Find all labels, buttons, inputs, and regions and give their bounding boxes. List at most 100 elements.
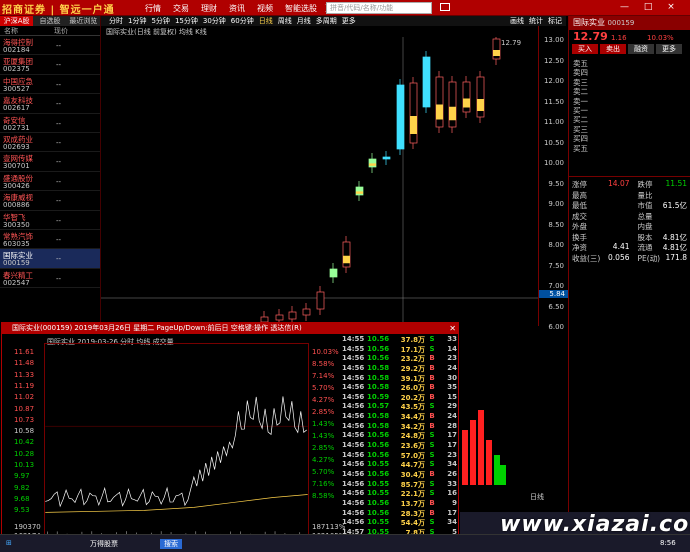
volume-bars [462,410,506,485]
tab-a-shares[interactable]: 沪深A股 [0,16,34,26]
axis-label: 6.50 [548,302,564,311]
stock-price: -- [56,42,62,50]
tick-row: 14:56 10.55 85.7万 S 33 [342,480,460,490]
stock-list-item[interactable]: 海得控制 002184 -- [0,36,100,56]
popup-price-label: 11.48 [14,359,35,368]
quote-stock-name: 国际实业 [573,18,605,27]
stat-value [601,221,630,232]
kline-chart[interactable]: 12.79 [101,37,538,325]
tick-cell: 22.1万 [400,490,425,499]
tick-cell: S [429,441,435,450]
intraday-chart[interactable] [44,343,309,548]
stock-list-item[interactable]: 壹网传媒 300701 -- [0,152,100,172]
menu-item-finance[interactable]: 理财 [201,3,229,14]
tab-recent[interactable]: 最近浏览 [67,16,100,26]
period-tab[interactable]: 15分钟 [175,16,198,26]
tick-row: 14:56 10.56 30.4万 B 26 [342,470,460,480]
tab-watchlist[interactable]: 自选股 [33,16,66,26]
stock-list-item[interactable]: 奇安信 002731 -- [0,114,100,133]
quote-stat-row: 最低 市值 61.5亿 [569,200,690,211]
more-button[interactable]: 更多 [656,44,682,54]
sell-button[interactable]: 卖出 [600,44,626,54]
axis-label: 10.00 [543,159,564,167]
tick-cell: S [429,450,435,459]
tick-cell: B [429,363,435,372]
menu-item-trade[interactable]: 交易 [173,3,201,14]
stock-list-item[interactable]: 海康威视 000886 -- [0,191,100,211]
period-tab[interactable]: 1分钟 [128,16,146,26]
period-tab[interactable]: 更多 [342,16,356,26]
header-name: 名称 [4,27,18,35]
tick-cell: 10.56 [367,498,390,507]
tick-cell: 14:56 [342,431,365,440]
tick-cell: 10.55 [367,479,390,488]
stock-list-item[interactable]: 盛通股份 300426 -- [0,172,100,192]
tick-row: 14:56 10.58 29.2万 B 24 [342,364,460,374]
stock-list-item[interactable]: 华智飞 300350 -- [0,211,100,230]
popup-pct-axis: 10.03% 8.58% 7.14% 5.70% 4.27% 2.85% 1.43% 1.43… [312,340,346,550]
menu-item-video[interactable]: 视频 [257,3,285,14]
menu-item-smart-pick[interactable]: 智能选股 [285,3,325,14]
tick-cell: 17 [447,431,457,440]
stock-code: 300701 [3,162,30,171]
period-tab[interactable]: 分时 [109,16,123,26]
orderbook-row: 买三 [573,124,588,134]
tick-cell: 10.59 [367,392,390,401]
tick-cell: 10.58 [367,373,390,382]
tick-cell: 85.7万 [400,480,425,489]
toolbar-tool[interactable]: 标记 [548,16,562,26]
period-tab[interactable]: 30分钟 [203,16,226,26]
stock-list-item[interactable]: 嘉友科技 002617 -- [0,94,100,114]
tick-cell: 28.3万 [400,509,425,518]
close-icon[interactable]: ✕ [449,323,456,334]
tick-cell: 24.8万 [400,432,425,441]
title-bar: 招商证券 | 智远一户通 行情 交易 理财 资讯 视频 智能选股 更多 拼音/代… [0,0,690,16]
candle-highlight [436,104,443,120]
taskbar-start-icon[interactable]: ⊞ [6,539,12,547]
mail-icon[interactable] [440,3,450,11]
stock-list-item[interactable]: 双成药业 002693 -- [0,133,100,153]
tick-cell: 23.6万 [400,442,425,451]
menu-item-market[interactable]: 行情 [145,3,173,14]
margin-button[interactable]: 融资 [628,44,654,54]
toolbar-tool[interactable]: 统计 [529,16,543,26]
tab-daily[interactable]: 日线 [530,493,544,501]
period-tab[interactable]: 5分钟 [151,16,169,26]
search-input[interactable]: 拼音/代码/名称/功能 [326,2,432,14]
menu-item-news[interactable]: 资讯 [229,3,257,14]
tick-cell: 16 [447,489,457,498]
popup-vol-label: 187113% [312,523,346,531]
buy-button[interactable]: 买入 [572,44,598,54]
axis-label: 7.00 [548,282,564,290]
toolbar-tool[interactable]: 画线 [510,16,524,26]
stock-list-item[interactable]: 春兴精工 002547 -- [0,269,100,289]
taskbar-search[interactable]: 搜索 [160,539,182,549]
period-tab[interactable]: 周线 [278,16,292,26]
popup-pct-label: 7.14% [312,372,335,380]
tick-cell: B [429,412,435,421]
tick-cell: 14:56 [342,479,365,488]
popup-price-label: 9.97 [14,472,30,481]
window-controls[interactable]: — □ × [620,2,681,12]
period-tab[interactable]: 多周期 [316,16,337,26]
stock-list-item[interactable]: 国际实业 000159 -- [0,249,100,269]
period-tab[interactable]: 日线 [259,16,273,26]
quote-stat-row: 外盘 内盘 [569,221,690,232]
tick-row: 14:56 10.57 43.5万 S 29 [342,402,460,412]
candle-highlight [356,191,363,194]
bottom-tabs: 日线 [460,492,568,502]
stock-list: 海得控制 002184 -- 亚厦集团 002375 -- 中国应急 300527 -- 嘉友科技… [0,36,100,289]
stock-list-item[interactable]: 亚厦集团 002375 -- [0,55,100,75]
stock-list-item[interactable]: 中国应急 300527 -- [0,75,100,95]
period-tab[interactable]: 60分钟 [231,16,254,26]
period-toolbar: 分时 1分钟 5分钟 15分钟 30分钟 60分钟 日线 周线 月线 多周期 更多 画线 统计 标记 [101,16,566,26]
tick-cell: 10.56 [367,508,390,517]
price-axis: 13.00 12.50 12.00 11.50 11.00 10.50 10.00 9.50 9… [538,26,568,331]
watermark-text: www.xiazai.com [500,512,690,537]
stock-list-item[interactable]: 常熟汽饰 603035 -- [0,230,100,250]
tick-cell: 10.56 [367,354,390,363]
tick-cell: 14:56 [342,489,365,498]
period-tab[interactable]: 月线 [297,16,311,26]
tick-cell: 10.55 [367,489,390,498]
taskbar-app[interactable]: 万得股票 [90,539,118,549]
